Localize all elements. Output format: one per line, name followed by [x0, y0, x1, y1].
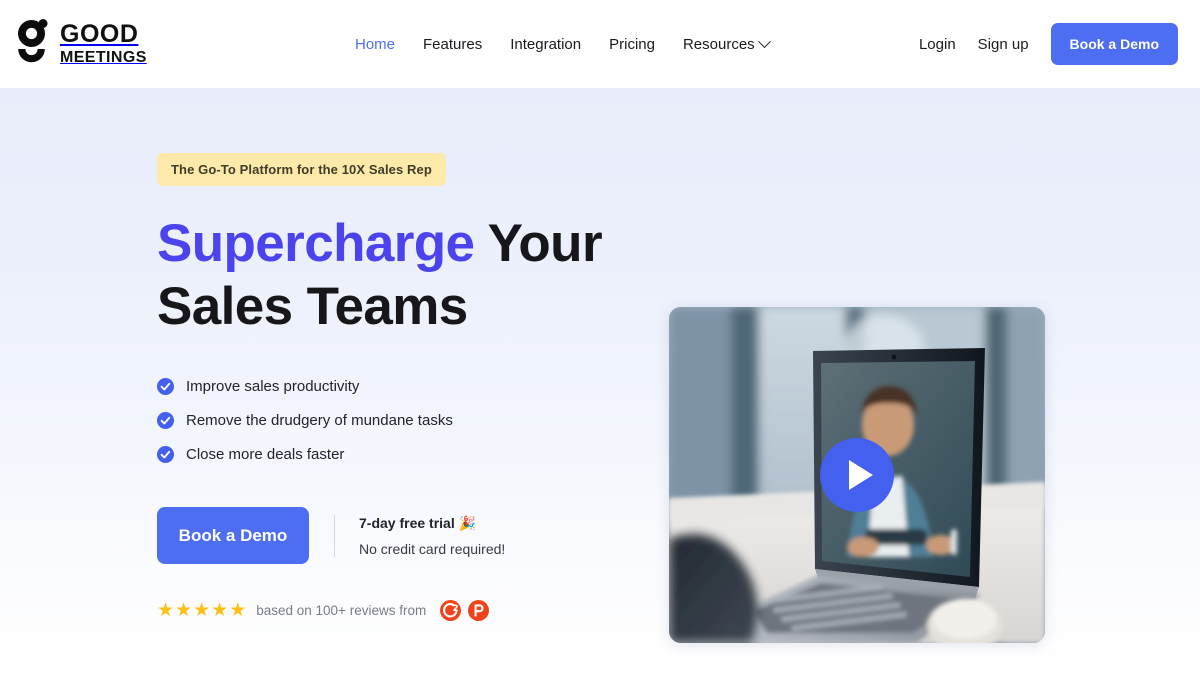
hero-content: The Go-To Platform for the 10X Sales Rep…	[157, 153, 657, 622]
book-a-demo-button-hero[interactable]: Book a Demo	[157, 507, 309, 565]
nav-item-home-label: Home	[355, 35, 396, 53]
header-actions: Login Sign up Book a Demo	[919, 0, 1178, 88]
logo-line-2: MEETINGS	[60, 49, 147, 66]
g2-badge[interactable]	[440, 600, 462, 622]
list-item: Close more deals faster	[157, 446, 657, 464]
review-platform-badges	[440, 600, 490, 622]
list-item: Remove the drudgery of mundane tasks	[157, 412, 657, 430]
goodmeetings-g-icon	[16, 19, 52, 69]
book-a-demo-button-header[interactable]: Book a Demo	[1050, 23, 1178, 65]
main-navigation: Home Features Integration Pricing Resour…	[355, 0, 771, 88]
star-icon: ★	[157, 600, 175, 622]
nav-item-integration-label: Integration	[510, 35, 582, 53]
reviews-count-text: based on 100+ reviews from	[256, 603, 427, 619]
login-link[interactable]: Login	[919, 36, 956, 53]
headline-line-2: Sales Teams	[157, 276, 468, 336]
play-button[interactable]	[820, 438, 894, 512]
nav-item-resources[interactable]: Resources	[682, 34, 771, 53]
product-hunt-badge[interactable]	[468, 600, 490, 622]
star-icon: ★	[193, 600, 211, 622]
star-icon: ★	[229, 600, 247, 622]
nav-item-resources-label: Resources	[682, 35, 755, 53]
logo-wordmark: GOOD MEETINGS	[60, 22, 147, 66]
nav-item-integration[interactable]: Integration	[510, 36, 581, 53]
landing-page: GOOD MEETINGS Home Features Integration …	[0, 0, 1200, 675]
check-circle-icon	[157, 378, 174, 396]
nav-item-home[interactable]: Home	[355, 36, 395, 53]
free-trial-note: 7-day free trial 🎉 No credit card requir…	[334, 514, 506, 557]
hero-tagline-badge: The Go-To Platform for the 10X Sales Rep	[157, 153, 446, 186]
hero-section: The Go-To Platform for the 10X Sales Rep…	[0, 88, 1200, 675]
free-trial-subtitle: No credit card required!	[359, 540, 506, 557]
free-trial-title: 7-day free trial 🎉	[359, 514, 477, 531]
logo-link[interactable]: GOOD MEETINGS	[16, 19, 147, 69]
logo-line-1: GOOD	[60, 20, 139, 48]
check-circle-icon	[157, 412, 174, 430]
check-circle-icon	[157, 446, 174, 464]
star-rating: ★ ★ ★ ★ ★	[157, 601, 246, 620]
reviews-row: ★ ★ ★ ★ ★ based on 100+ reviews from	[157, 600, 657, 622]
site-header: GOOD MEETINGS Home Features Integration …	[0, 0, 1200, 88]
nav-item-features[interactable]: Features	[423, 36, 482, 53]
list-item-label: Improve sales productivity	[186, 378, 360, 396]
signup-link[interactable]: Sign up	[978, 36, 1029, 53]
hero-benefits-list: Improve sales productivity Remove the dr…	[157, 378, 657, 464]
list-item-label: Close more deals faster	[186, 446, 345, 464]
headline-rest: Your	[474, 214, 603, 273]
list-item-label: Remove the drudgery of mundane tasks	[186, 412, 453, 430]
hero-cta-row: Book a Demo 7-day free trial 🎉 No credit…	[157, 507, 657, 565]
nav-item-features-label: Features	[423, 35, 483, 53]
play-triangle-icon	[848, 460, 873, 490]
star-icon: ★	[211, 600, 229, 622]
chevron-down-icon	[757, 34, 771, 48]
headline-accent-word: Supercharge	[157, 214, 475, 273]
nav-item-pricing[interactable]: Pricing	[609, 36, 655, 53]
hero-video-card[interactable]	[669, 307, 1045, 643]
star-icon: ★	[175, 600, 193, 622]
list-item: Improve sales productivity	[157, 378, 657, 396]
page-title: Supercharge Your Sales Teams	[157, 213, 657, 338]
nav-item-pricing-label: Pricing	[609, 35, 655, 53]
